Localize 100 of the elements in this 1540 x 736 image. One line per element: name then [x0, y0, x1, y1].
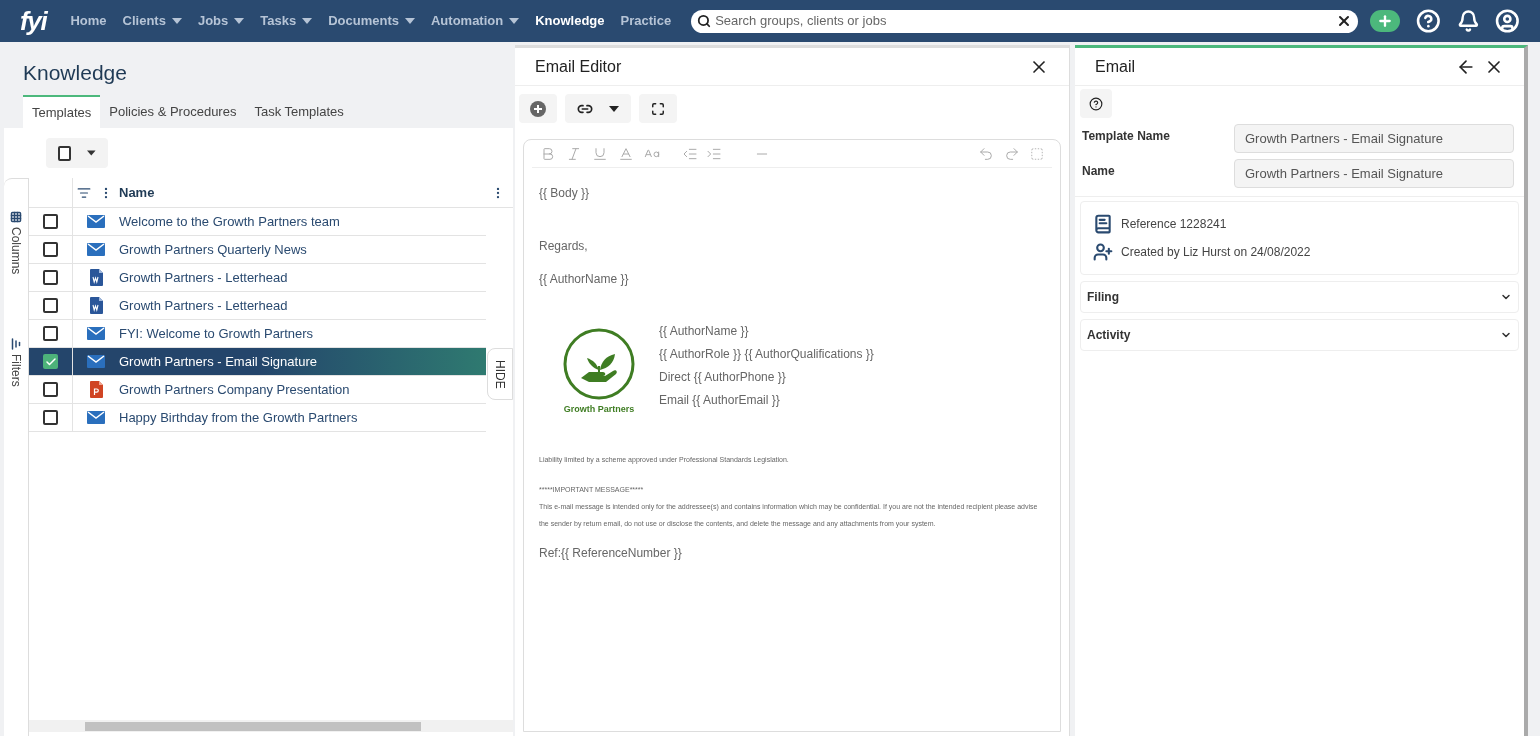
add-user-icon — [1093, 242, 1113, 262]
signature-line: {{ AuthorRole }} {{ AuthorQualifications }} — [659, 346, 874, 363]
text-color-icon[interactable] — [618, 145, 634, 162]
plus-icon — [1376, 13, 1393, 29]
template-name: Growth Partners - Email Signature — [119, 352, 317, 371]
template-name: Growth Partners Quarterly News — [119, 240, 307, 259]
template-name: Growth Partners - Letterhead — [119, 296, 288, 315]
filters-side-tab[interactable]: Filters — [7, 338, 25, 388]
fullscreen-icon — [651, 101, 665, 116]
table-row[interactable]: Growth Partners - Email Signature — [29, 348, 486, 376]
table-row[interactable]: Welcome to the Growth Partners team — [29, 208, 486, 236]
caret-icon — [404, 18, 415, 24]
table-row[interactable]: Growth Partners - Letterhead — [29, 264, 486, 292]
checkbox[interactable] — [58, 145, 72, 161]
field-label: Name — [1081, 163, 1116, 180]
caret-icon — [87, 150, 96, 156]
info-text: Created by Liz Hurst on 24/08/2022 — [1121, 244, 1311, 261]
text-field[interactable]: Growth Partners - Email Signature — [1234, 124, 1514, 153]
table-row[interactable]: Happy Birthday from the Growth Partners — [29, 404, 486, 432]
body-merge-field: {{ Body }} — [539, 184, 590, 202]
presentation-document-icon — [89, 381, 103, 398]
help-icon[interactable] — [1415, 8, 1441, 34]
accordion-header[interactable]: Activity — [1080, 319, 1519, 351]
checkbox[interactable] — [43, 298, 58, 313]
reference-line: Ref:{{ ReferenceNumber }} — [539, 544, 682, 562]
select-all-control[interactable] — [46, 138, 108, 168]
fullscreen-button[interactable] — [639, 94, 677, 123]
caret-icon — [302, 18, 313, 24]
signature-line: {{ AuthorName }} — [659, 323, 750, 340]
envelope-icon — [87, 327, 105, 340]
accordion-header[interactable]: Filing — [1080, 281, 1519, 313]
table-row[interactable]: Growth Partners Quarterly News — [29, 236, 486, 264]
link-button[interactable] — [565, 94, 631, 123]
search-input[interactable]: Search groups, clients or jobs — [715, 11, 1332, 31]
tab[interactable]: Policies & Procedures — [100, 95, 246, 128]
checkbox[interactable] — [43, 214, 58, 229]
hide-side-tab[interactable]: HIDE — [487, 348, 513, 400]
nav-item[interactable]: Automation — [422, 11, 528, 31]
add-button[interactable] — [1369, 10, 1400, 32]
plus-icon — [530, 100, 546, 117]
field-label: Template Name — [1081, 128, 1171, 145]
book-icon — [1093, 214, 1113, 234]
panel-title: Email Editor — [535, 56, 623, 77]
info-text: Reference 1228241 — [1121, 216, 1227, 233]
author-merge-field: {{ AuthorName }} — [539, 270, 629, 288]
nav-item[interactable]: Knowledge — [527, 11, 613, 31]
checkbox[interactable] — [43, 410, 58, 425]
text-field[interactable]: Growth Partners - Email Signature — [1234, 159, 1514, 188]
caret-icon — [509, 18, 520, 24]
checkbox[interactable] — [43, 242, 58, 257]
search-icon — [697, 14, 712, 28]
envelope-icon — [87, 411, 105, 424]
table-row[interactable]: Growth Partners Company Presentation — [29, 376, 486, 404]
template-name: Welcome to the Growth Partners team — [119, 212, 340, 231]
search-field[interactable]: Search groups, clients or jobs — [691, 9, 1358, 33]
template-name: FYI: Welcome to Growth Partners — [119, 324, 314, 343]
columns-side-tab[interactable]: Columns — [7, 211, 25, 275]
template-name: Growth Partners Company Presentation — [119, 380, 350, 399]
caret-icon — [234, 18, 245, 24]
nav-item[interactable]: Clients — [114, 11, 190, 31]
column-header[interactable]: Name — [119, 182, 491, 203]
nav-item[interactable]: Tasks — [252, 11, 321, 31]
growth-partners-logo — [563, 328, 635, 400]
account-icon[interactable] — [1495, 8, 1520, 34]
tab[interactable]: Templates — [23, 95, 101, 128]
page-title: Knowledge — [22, 60, 128, 86]
logo-caption: Growth Partners — [563, 403, 635, 416]
caret-icon — [171, 18, 182, 24]
signature-line: Direct {{ AuthorPhone }} — [659, 369, 787, 386]
word-document-icon — [89, 269, 103, 286]
horizontal-scrollbar[interactable] — [29, 720, 513, 732]
grid-icon — [10, 211, 22, 223]
nav-item[interactable]: Jobs — [189, 11, 253, 31]
table-row[interactable]: FYI: Welcome to Growth Partners — [29, 320, 486, 348]
checkbox[interactable] — [43, 326, 58, 341]
nav-item[interactable]: Practice — [612, 11, 680, 31]
nav-item[interactable]: Documents — [320, 11, 423, 31]
envelope-icon — [87, 243, 105, 256]
template-name: Happy Birthday from the Growth Partners — [119, 408, 358, 427]
template-name: Growth Partners - Letterhead — [119, 268, 288, 287]
closing-text: Regards, — [539, 238, 589, 255]
app-logo[interactable]: fyi — [20, 8, 47, 34]
insert-button[interactable] — [519, 94, 557, 123]
help-button[interactable] — [1080, 89, 1112, 118]
filter-icon — [10, 338, 22, 351]
notifications-icon[interactable] — [1456, 9, 1480, 33]
help-icon — [1089, 96, 1103, 111]
word-document-icon — [89, 297, 103, 314]
caret-icon — [609, 105, 619, 112]
checkbox[interactable] — [43, 382, 58, 397]
nav-item[interactable]: Home — [62, 11, 115, 31]
panel-title: Email — [1095, 56, 1136, 77]
signature-line: Email {{ AuthorEmail }} — [659, 392, 781, 409]
table-row[interactable]: Growth Partners - Letterhead — [29, 292, 486, 320]
checkbox[interactable] — [43, 270, 58, 285]
envelope-icon — [87, 215, 105, 228]
checkbox[interactable] — [43, 354, 58, 369]
envelope-icon — [87, 355, 105, 368]
tab[interactable]: Task Templates — [245, 95, 353, 128]
filter-icon[interactable] — [77, 185, 91, 200]
